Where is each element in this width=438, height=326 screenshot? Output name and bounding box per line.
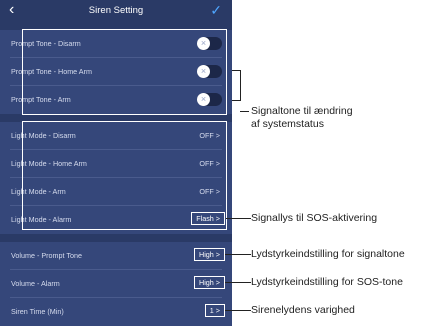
row-label: Volume - Prompt Tone [11,251,82,260]
callout-line [225,254,251,255]
volume-prompt-tone-row[interactable]: Volume - Prompt Tone High > [0,242,232,270]
annotation-prompt-tone: Signaltone til ændring [251,105,353,117]
annotation-volume-prompt: Lydstyrkeindstilling for signaltone [251,248,405,260]
navigation-bar: ‹ Siren Setting ✓ [0,0,232,22]
callout-line [225,282,251,283]
callout-line [240,111,249,112]
callout-line [226,218,251,219]
row-value: High > [194,248,225,261]
checkmark-icon[interactable]: ✓ [210,2,222,19]
row-value: High > [194,276,225,289]
page-title: Siren Setting [88,5,144,16]
callout-line [240,70,241,101]
row-label: Siren Time (Min) [11,307,64,316]
callout-line [225,310,251,311]
siren-setting-screen: ‹ Siren Setting ✓ Prompt Tone - Disarm ×… [0,0,232,326]
callout-line [232,70,240,71]
annotation-siren-time: Sirenelydens varighed [251,304,355,316]
siren-time-row[interactable]: Siren Time (Min) 1 > [0,298,232,326]
annotation-volume-alarm: Lydstyrkeindstilling for SOS-tone [251,276,403,288]
callout-line [232,100,240,101]
volume-alarm-row[interactable]: Volume - Alarm High > [0,270,232,298]
prompt-tone-highlight [22,29,227,115]
row-value: 1 > [204,304,225,317]
annotation-prompt-tone-2: af systemstatus [251,118,324,130]
annotation-light-alarm: Signallys til SOS-aktivering [251,212,378,224]
light-mode-highlight [22,121,227,230]
row-label: Volume - Alarm [11,279,60,288]
